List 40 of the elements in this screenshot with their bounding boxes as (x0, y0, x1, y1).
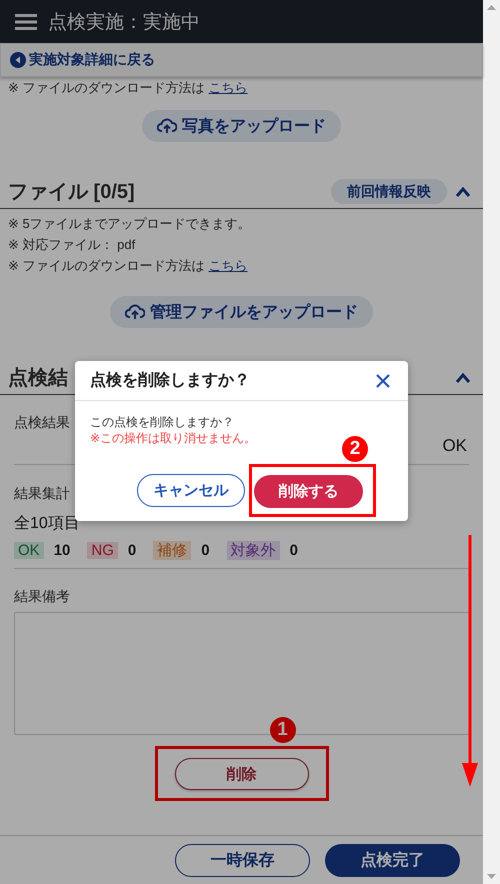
close-icon (376, 374, 390, 388)
warning-text: ※この操作は取り消せません。 (90, 430, 258, 446)
download-link[interactable]: こちら (208, 255, 248, 276)
count-value: 0 (201, 542, 210, 559)
reflect-button[interactable]: 前回情報反映 (331, 179, 447, 204)
section-title: 点検結 (8, 366, 68, 391)
field-value: OK (442, 436, 468, 456)
note-text: ※ ファイルのダウンロード方法は (8, 257, 205, 275)
download-link[interactable]: こちら (208, 77, 248, 98)
field-label: 結果備考 (14, 588, 70, 606)
section-title: ファイル [0/5] (8, 180, 135, 205)
upload-button[interactable]: 管理ファイルをアップロード (110, 296, 373, 328)
count-value: 0 (128, 542, 136, 559)
step-number: 2 (342, 436, 368, 462)
close-button[interactable] (376, 374, 390, 388)
status-badge: 対象外 (226, 541, 280, 560)
count-value: 0 (290, 542, 298, 559)
note-text: ※ 5ファイルまでアップロードできます。 (8, 215, 251, 233)
cloud-upload-icon (125, 303, 145, 321)
note-text: ※ 対応ファイル： pdf (8, 236, 136, 254)
status-badge: OK (14, 542, 44, 559)
back-link[interactable]: 実施対象詳細に戻る (10, 51, 155, 69)
dialog-title: 点検を削除しますか？ (90, 370, 250, 391)
complete-button[interactable]: 点検完了 (325, 844, 460, 876)
upload-button[interactable]: 写真をアップロード (142, 110, 341, 142)
cloud-upload-icon (157, 117, 177, 135)
menu-icon (15, 14, 37, 30)
confirm-delete-button[interactable]: 削除する (254, 475, 363, 508)
cancel-button[interactable]: キャンセル (137, 474, 245, 507)
page-title: 点検実施：実施中 (48, 10, 200, 34)
remarks-field[interactable] (14, 612, 470, 735)
status-badge: NG (87, 542, 118, 559)
dialog-message: この点検を削除しますか？ (90, 414, 235, 430)
delete-button[interactable]: 削除 (174, 758, 308, 790)
field-label: 結果集計 (14, 485, 70, 503)
count-value: 10 (54, 542, 70, 559)
save-draft-button[interactable]: 一時保存 (175, 844, 310, 876)
field-label: 点検結果 (14, 414, 70, 432)
status-badge: 補修 (153, 541, 192, 560)
note-text: ※ ファイルのダウンロード方法は (8, 79, 205, 97)
